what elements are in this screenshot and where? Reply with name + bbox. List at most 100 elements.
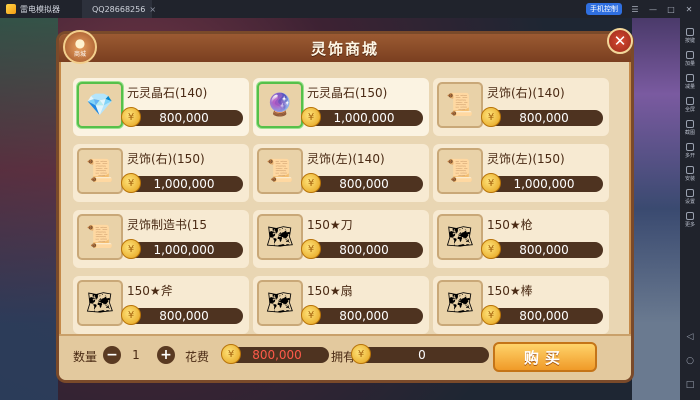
coin-icon: ¥ bbox=[121, 173, 141, 193]
item-price-value: 800,000 bbox=[339, 243, 389, 257]
item-price-value: 800,000 bbox=[519, 309, 569, 323]
recent-apps-icon[interactable]: □ bbox=[686, 380, 695, 390]
sidebar-item-settings[interactable]: 设置 bbox=[685, 189, 695, 209]
coin-icon: ¥ bbox=[121, 305, 141, 325]
crystal-orb-icon: 🔮 bbox=[257, 82, 303, 128]
item-price: ¥800,000 bbox=[121, 305, 243, 325]
item-glyph: 🗺 bbox=[446, 224, 474, 250]
scroll-icon: 📜 bbox=[77, 148, 123, 194]
coin-icon: ¥ bbox=[481, 173, 501, 193]
keyboard-icon bbox=[685, 28, 694, 36]
cost-display: ¥ 800,000 bbox=[221, 344, 329, 364]
item-name: 150★刀 bbox=[307, 218, 353, 232]
coin-icon: ¥ bbox=[351, 344, 371, 364]
shop-item-card[interactable]: 🗺 150★扇 ¥800,000 bbox=[253, 276, 429, 334]
item-name: 元灵晶石(150) bbox=[307, 86, 388, 100]
item-price: ¥1,000,000 bbox=[121, 239, 243, 259]
shop-item-card[interactable]: 🔮 元灵晶石(150) ¥1,000,000 bbox=[253, 78, 429, 136]
item-price-value: 1,000,000 bbox=[153, 177, 215, 191]
quantity-value[interactable]: 1 bbox=[119, 346, 153, 364]
book-scroll-icon: 📜 bbox=[77, 214, 123, 260]
menu-icon[interactable]: ☰ bbox=[630, 5, 640, 14]
item-price: ¥1,000,000 bbox=[121, 173, 243, 193]
phone-control-button[interactable]: 手机控制 bbox=[586, 3, 622, 15]
more-icon bbox=[685, 212, 694, 220]
shop-item-card[interactable]: 💎 元灵晶石(140) ¥800,000 bbox=[73, 78, 249, 136]
multi-instance-icon bbox=[685, 143, 694, 151]
shop-header: 灵饰商城 bbox=[59, 34, 631, 62]
coin-icon: ¥ bbox=[121, 107, 141, 127]
item-price: ¥800,000 bbox=[121, 107, 243, 127]
sidebar-label: 加量 bbox=[684, 61, 695, 67]
sidebar-label: 全屏 bbox=[684, 107, 695, 113]
fullscreen-icon bbox=[685, 97, 694, 105]
sidebar-label: 设置 bbox=[684, 199, 695, 205]
sidebar-item-install[interactable]: 安装 bbox=[685, 166, 695, 186]
close-shop-button[interactable]: ✕ bbox=[607, 28, 633, 54]
coin-icon: ¥ bbox=[481, 107, 501, 127]
emulator-sidebar: 按键 加量 减量 全屏 截图 多开 安装 设置 更多 ◁ ○ □ bbox=[680, 18, 700, 400]
shop-item-card[interactable]: 📜 灵饰(右)(140) ¥800,000 bbox=[433, 78, 609, 136]
item-name: 灵饰(右)(140) bbox=[487, 86, 565, 100]
sidebar-label: 更多 bbox=[684, 222, 695, 228]
item-price: ¥800,000 bbox=[481, 107, 603, 127]
quantity-increase-button[interactable]: + bbox=[157, 346, 175, 364]
sidebar-label: 安装 bbox=[684, 176, 695, 182]
sidebar-item-volume-down[interactable]: 减量 bbox=[685, 74, 695, 94]
minimize-icon[interactable]: — bbox=[648, 5, 658, 14]
blueprint-icon: 🗺 bbox=[437, 280, 483, 326]
sidebar-item-keyboard[interactable]: 按键 bbox=[685, 28, 695, 48]
home-icon[interactable]: ○ bbox=[686, 356, 694, 366]
purchase-footer: 数量 − 1 + 花费 ¥ 800,000 拥有 ¥ 0 购买 bbox=[59, 334, 631, 380]
sidebar-item-multi[interactable]: 多开 bbox=[685, 143, 695, 163]
item-glyph: 📜 bbox=[86, 158, 114, 184]
sidebar-item-more[interactable]: 更多 bbox=[685, 212, 695, 232]
coin-icon: ¥ bbox=[301, 239, 321, 259]
buy-button[interactable]: 购买 bbox=[493, 342, 597, 372]
tab-label: QQ28668256 bbox=[92, 4, 146, 14]
item-price: ¥800,000 bbox=[481, 305, 603, 325]
item-price-value: 1,000,000 bbox=[153, 243, 215, 257]
shop-item-card[interactable]: 🗺 150★刀 ¥800,000 bbox=[253, 210, 429, 268]
item-price-value: 1,000,000 bbox=[333, 111, 395, 125]
item-price: ¥800,000 bbox=[301, 239, 423, 259]
item-glyph: 🔮 bbox=[266, 92, 294, 118]
emulator-logo-icon bbox=[6, 4, 16, 14]
item-grid: 💎 元灵晶石(140) ¥800,000 🔮 元灵晶石(150) ¥1,000,000 📜 灵… bbox=[73, 78, 625, 338]
sidebar-item-screenshot[interactable]: 截图 bbox=[685, 120, 695, 140]
own-value: 0 bbox=[418, 348, 426, 362]
shop-item-card[interactable]: 📜 灵饰(左)(150) ¥1,000,000 bbox=[433, 144, 609, 202]
item-glyph: 🗺 bbox=[266, 224, 294, 250]
cost-label: 花费 bbox=[185, 350, 210, 364]
maximize-icon[interactable]: □ bbox=[666, 5, 676, 14]
coin-icon: ¥ bbox=[301, 305, 321, 325]
shop-item-card[interactable]: 🗺 150★斧 ¥800,000 bbox=[73, 276, 249, 334]
cost-value: 800,000 bbox=[252, 348, 302, 362]
sidebar-item-fullscreen[interactable]: 全屏 bbox=[685, 97, 695, 117]
item-price-value: 800,000 bbox=[159, 309, 209, 323]
blueprint-icon: 🗺 bbox=[77, 280, 123, 326]
shop-item-card[interactable]: 📜 灵饰制造书(15 ¥1,000,000 bbox=[73, 210, 249, 268]
scroll-icon: 📜 bbox=[437, 82, 483, 128]
item-price: ¥800,000 bbox=[301, 173, 423, 193]
back-icon[interactable]: ◁ bbox=[687, 332, 694, 342]
sidebar-item-volume-up[interactable]: 加量 bbox=[685, 51, 695, 71]
shop-item-card[interactable]: 🗺 150★枪 ¥800,000 bbox=[433, 210, 609, 268]
item-price: ¥1,000,000 bbox=[481, 173, 603, 193]
emulator-titlebar: 雷电模拟器 QQ28668256 × 手机控制 ☰ — □ ✕ bbox=[0, 0, 700, 18]
shop-item-card[interactable]: 📜 灵饰(左)(140) ¥800,000 bbox=[253, 144, 429, 202]
sidebar-label: 截图 bbox=[684, 130, 695, 136]
item-price-value: 800,000 bbox=[519, 111, 569, 125]
instance-tab[interactable]: QQ28668256 × bbox=[82, 0, 156, 18]
shop-item-card[interactable]: 🗺 150★棒 ¥800,000 bbox=[433, 276, 609, 334]
own-display: ¥ 0 bbox=[351, 344, 489, 364]
coin-icon: ¥ bbox=[481, 239, 501, 259]
scroll-icon: 📜 bbox=[437, 148, 483, 194]
game-scene-left bbox=[0, 18, 58, 400]
tab-close-icon[interactable]: × bbox=[149, 5, 156, 14]
close-window-icon[interactable]: ✕ bbox=[684, 5, 694, 14]
item-name: 150★斧 bbox=[127, 284, 173, 298]
item-glyph: 💎 bbox=[86, 92, 114, 118]
scroll-icon: 📜 bbox=[257, 148, 303, 194]
shop-item-card[interactable]: 📜 灵饰(右)(150) ¥1,000,000 bbox=[73, 144, 249, 202]
